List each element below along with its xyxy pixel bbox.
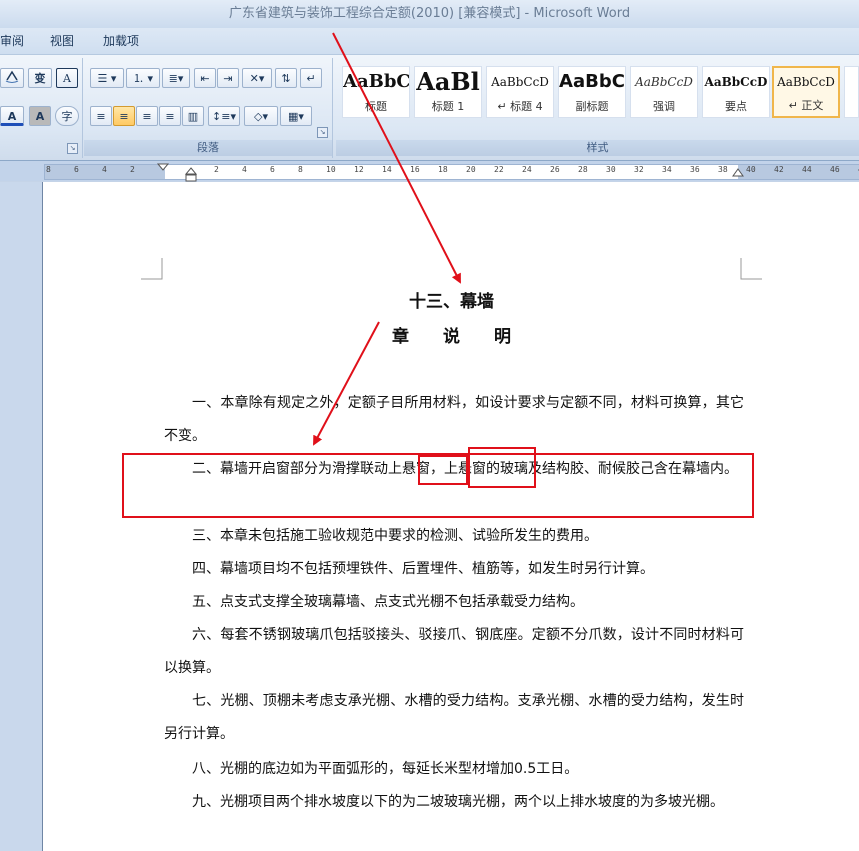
font-group: 变 A A A 字 ↘ xyxy=(0,58,83,158)
ruler-tick-label: 32 xyxy=(634,165,644,174)
tab-view[interactable]: 视图 xyxy=(50,28,74,54)
hanging-indent-icon[interactable] xyxy=(184,167,198,183)
decrease-indent-icon[interactable]: ⇤ xyxy=(194,68,216,88)
ruler-tick-label: 6 xyxy=(74,165,79,174)
first-line-indent-icon[interactable] xyxy=(156,161,170,181)
ruler-tick-label: 14 xyxy=(382,165,392,174)
styles-group-label: 样式 xyxy=(336,140,859,156)
distributed-icon[interactable]: ▥ xyxy=(182,106,204,126)
borders-icon[interactable]: ▦▾ xyxy=(280,106,312,126)
line-spacing-icon[interactable]: ↕≡▾ xyxy=(208,106,240,126)
ruler-tick-label: 8 xyxy=(298,165,303,174)
ruler-tick-label: 6 xyxy=(270,165,275,174)
paragraph-group-label: 段落 xyxy=(84,140,332,156)
paragraph-7: 七、光棚、顶棚未考虑支承光棚、水槽的受力结构。支承光棚、水槽的受力结构，发生时另… xyxy=(164,693,744,742)
shading-bucket-icon[interactable]: ◇▾ xyxy=(244,106,278,126)
increase-indent-icon[interactable]: ⇥ xyxy=(217,68,239,88)
left-margin-area xyxy=(0,182,42,851)
style-strong[interactable]: AaBbCcD 要点 xyxy=(702,66,770,118)
char-shade-button[interactable]: A xyxy=(29,106,51,126)
multilevel-list-icon[interactable]: ≣▾ xyxy=(162,68,190,88)
enclose-char-button[interactable]: 字 xyxy=(55,106,79,126)
ruler-tick-label: 30 xyxy=(606,165,616,174)
annotation-box-word-2 xyxy=(468,447,536,488)
ruler-tick-label: 2 xyxy=(214,165,219,174)
margin-corner-mark xyxy=(141,258,163,280)
tab-review[interactable]: 审阅 xyxy=(0,28,24,54)
paragraph-8: 八、光棚的底边如为平面弧形的，每延长米型材增加0.5工日。 xyxy=(192,761,579,777)
ruler-tick-label: 38 xyxy=(718,165,728,174)
char-border-button[interactable]: A xyxy=(56,68,78,88)
style-more-partial[interactable] xyxy=(844,66,859,118)
ruler-tick-label: 2 xyxy=(130,165,135,174)
style-subtitle[interactable]: AaBbC 副标题 xyxy=(558,66,626,118)
ruler-tick-label: 20 xyxy=(466,165,476,174)
ruler-tick-label: 42 xyxy=(774,165,784,174)
styles-group: AaBbC 标题 AaBl 标题 1 AaBbCcD ↵ 标题 4 AaBbC … xyxy=(336,58,859,158)
ribbon-tab-bar: 审阅 视图 加载项 xyxy=(0,28,859,55)
paragraph-1: 一、本章除有规定之外，定额子目所用材料，如设计要求与定额不同，材料可换算，其它不… xyxy=(164,395,744,444)
horizontal-ruler[interactable]: 8 6 4 2 2 4 6 8 10 12 14 16 18 20 22 24 26 28 30 32 34 36 38 40… xyxy=(0,161,859,183)
bullets-icon[interactable]: ☰ ▾ xyxy=(90,68,124,88)
font-dialog-launcher-icon[interactable]: ↘ xyxy=(67,143,78,154)
ruler-tick-label: 4 xyxy=(242,165,247,174)
ruler-tick-label: 22 xyxy=(494,165,504,174)
paragraph-4: 四、幕墙项目均不包括预埋铁件、后置埋件、植筋等，如发生时另行计算。 xyxy=(192,561,654,577)
style-emphasis[interactable]: AaBbCcD 强调 xyxy=(630,66,698,118)
font-color-button[interactable]: A xyxy=(0,106,24,126)
annotation-box-word-1 xyxy=(418,455,468,485)
section-heading: 章 说 明 xyxy=(392,327,511,347)
chinese-layout-icon[interactable]: ✕▾ xyxy=(242,68,272,88)
chapter-heading: 十三、幕墙 xyxy=(409,292,494,312)
style-heading-1[interactable]: AaBl 标题 1 xyxy=(414,66,482,118)
style-title[interactable]: AaBbC 标题 xyxy=(342,66,410,118)
ruler-tick-label: 28 xyxy=(578,165,588,174)
align-left-icon[interactable]: ≡ xyxy=(90,106,112,126)
paragraph-dialog-launcher-icon[interactable]: ↘ xyxy=(317,127,328,138)
ruler-tick-label: 24 xyxy=(522,165,532,174)
paragraph-group: ☰ ▾ ⒈ ▾ ≣▾ ⇤ ⇥ ✕▾ ⇅ ↵ ≡ ≡ ≡ ≡ ▥ ↕≡▾ ◇▾ ▦… xyxy=(84,58,333,158)
ruler-tick-label: 4 xyxy=(102,165,107,174)
paragraph-5: 五、点支式支撑全玻璃幕墙、点支式光棚不包括承载受力结构。 xyxy=(192,594,584,610)
margin-corner-mark xyxy=(740,258,762,280)
right-indent-icon[interactable] xyxy=(731,167,745,181)
paragraph-9: 九、光棚项目两个排水坡度以下的为二坡玻璃光棚，两个以上排水坡度的为多坡光棚。 xyxy=(192,794,724,810)
ruler-tick-label: 40 xyxy=(746,165,756,174)
ruler-tick-label: 26 xyxy=(550,165,560,174)
ruler-tick-label: 10 xyxy=(326,165,336,174)
paragraph-3: 三、本章未包括施工验收规范中要求的检测、试验所发生的费用。 xyxy=(192,528,598,544)
ruler-tick-label: 16 xyxy=(410,165,420,174)
window-title: 广东省建筑与装饰工程综合定额(2010) [兼容模式] - Microsoft … xyxy=(0,0,859,28)
ruler-tick-label: 36 xyxy=(690,165,700,174)
phonetic-guide-button[interactable]: 变 xyxy=(28,68,52,88)
align-center-icon[interactable]: ≡ xyxy=(113,106,135,126)
tab-addins[interactable]: 加载项 xyxy=(103,28,139,54)
align-right-icon[interactable]: ≡ xyxy=(136,106,158,126)
ruler-tick-label: 12 xyxy=(354,165,364,174)
ribbon: 变 A A A 字 ↘ ☰ ▾ ⒈ ▾ ≣▾ ⇤ ⇥ ✕▾ ⇅ ↵ ≡ ≡ ≡ … xyxy=(0,55,859,161)
sort-icon[interactable]: ⇅ xyxy=(275,68,297,88)
show-marks-icon[interactable]: ↵ xyxy=(300,68,322,88)
style-normal[interactable]: AaBbCcD ↵ 正文 xyxy=(772,66,840,118)
ruler-tick-label: 8 xyxy=(46,165,51,174)
style-heading-4[interactable]: AaBbCcD ↵ 标题 4 xyxy=(486,66,554,118)
ruler-tick-label: 18 xyxy=(438,165,448,174)
char-shading-icon[interactable] xyxy=(0,68,24,88)
ruler-tick-label: 34 xyxy=(662,165,672,174)
justify-icon[interactable]: ≡ xyxy=(159,106,181,126)
ruler-tick-label: 46 xyxy=(830,165,840,174)
ruler-tick-label: 44 xyxy=(802,165,812,174)
numbering-icon[interactable]: ⒈ ▾ xyxy=(126,68,160,88)
paragraph-6: 六、每套不锈钢玻璃爪包括驳接头、驳接爪、钢底座。定额不分爪数，设计不同时材料可以… xyxy=(164,627,744,676)
